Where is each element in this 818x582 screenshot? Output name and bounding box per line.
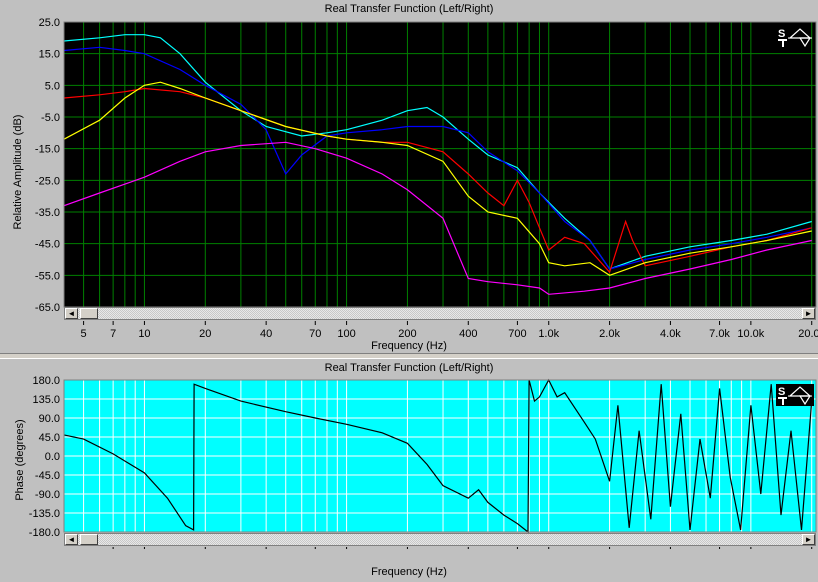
phase-x-axis-label: Frequency (Hz): [371, 566, 447, 578]
scroll-right-button[interactable]: ►: [802, 534, 815, 545]
x-tick-label: 20.0k: [798, 328, 818, 340]
svg-text:S: S: [778, 386, 785, 398]
x-tick-label: 4.0k: [660, 328, 681, 340]
x-tick-label: 400: [459, 328, 477, 340]
y-tick-label: -25.0: [35, 175, 60, 187]
y-tick-label: -135.0: [29, 508, 60, 520]
y-tick-label: -65.0: [35, 302, 60, 314]
phase-panel: Real Transfer Function (Left/Right) Phas…: [0, 358, 818, 582]
scroll-right-button[interactable]: ►: [802, 308, 815, 319]
y-tick-label: 5.0: [45, 80, 60, 92]
y-tick-label: -5.0: [41, 112, 60, 124]
y-tick-label: -45.0: [35, 239, 60, 251]
x-tick-label: 20: [199, 328, 211, 340]
scroll-thumb[interactable]: [80, 308, 98, 319]
y-tick-label: -90.0: [35, 489, 60, 501]
magnitude-scrollbar[interactable]: ◄ ►: [64, 307, 816, 320]
y-tick-label: -35.0: [35, 207, 60, 219]
y-tick-label: 0.0: [45, 451, 60, 463]
y-tick-label: -180.0: [29, 527, 60, 539]
x-tick-label: 10: [138, 328, 150, 340]
y-tick-label: -45.0: [35, 470, 60, 482]
y-tick-label: -55.0: [35, 270, 60, 282]
y-tick-label: 45.0: [39, 432, 60, 444]
y-tick-label: 15.0: [39, 49, 60, 61]
phase-chart: 180.0 135.0 90.0 45.0 0.0 -45.0 -90.0 -135.0 -18…: [29, 375, 817, 549]
x-tick-label: 5: [81, 328, 87, 340]
x-tick-label: 200: [398, 328, 416, 340]
svg-text:S: S: [778, 28, 785, 40]
x-tick-label: 7.0k: [709, 328, 730, 340]
x-tick-label: 700: [508, 328, 526, 340]
scroll-left-button[interactable]: ◄: [65, 308, 78, 319]
y-tick-label: 180.0: [32, 375, 60, 387]
x-tick-label: 1.0k: [538, 328, 559, 340]
y-tick-label: -15.0: [35, 144, 60, 156]
y-tick-label: 25.0: [39, 17, 60, 29]
y-tick-label: 90.0: [39, 413, 60, 425]
x-tick-label: 40: [260, 328, 272, 340]
magnitude-panel: Real Transfer Function (Left/Right) Rela…: [0, 0, 818, 354]
x-tick-label: 70: [309, 328, 321, 340]
magnitude-chart: 25.0 15.0 5.0 -5.0 -15.0 -25.0 -35.0 -45.0 -55.0…: [35, 17, 818, 340]
SA-logo-icon: S: [776, 384, 814, 406]
phase-scrollbar[interactable]: ◄ ►: [64, 533, 816, 546]
scroll-left-button[interactable]: ◄: [65, 534, 78, 545]
x-tick-label: 10.0k: [737, 328, 764, 340]
scroll-thumb[interactable]: [80, 534, 98, 545]
x-tick-label: 100: [337, 328, 355, 340]
plot-area: [64, 22, 816, 307]
x-tick-label: 7: [110, 328, 116, 340]
y-tick-label: 135.0: [32, 394, 60, 406]
magnitude-x-axis-label: Frequency (Hz): [371, 340, 447, 352]
x-tick-label: 2.0k: [599, 328, 620, 340]
